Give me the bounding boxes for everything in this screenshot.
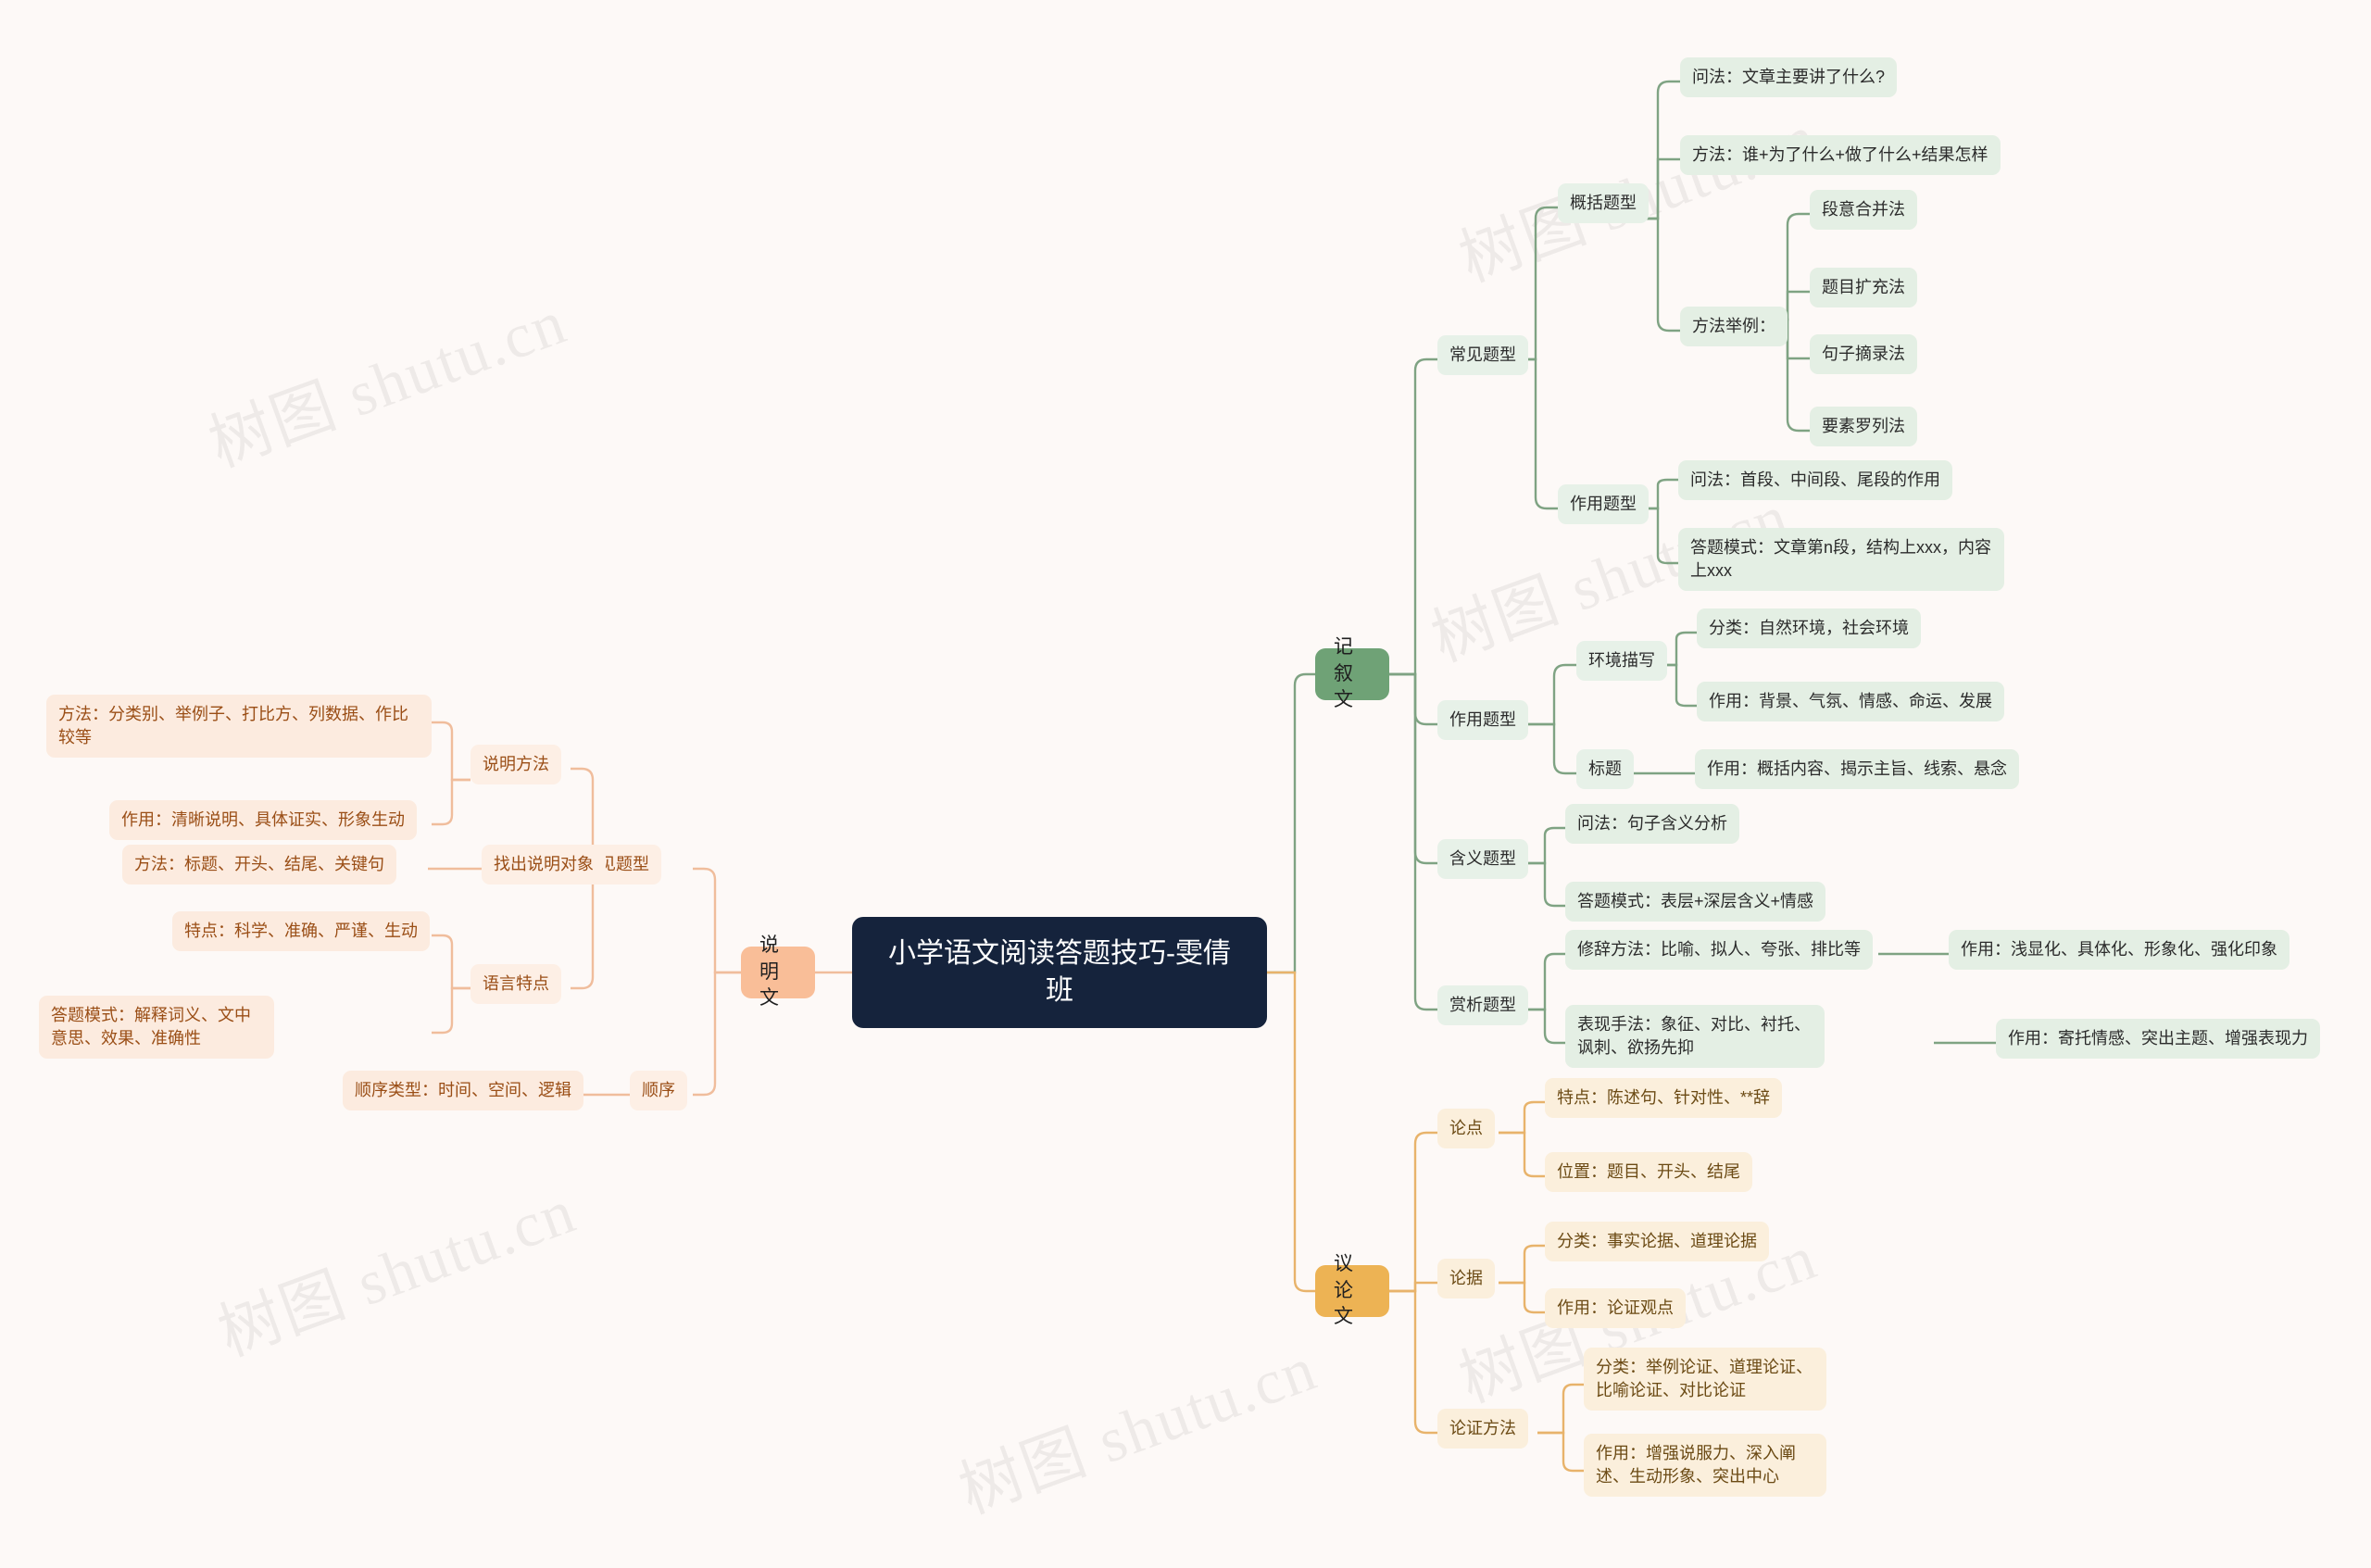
node-thesis-position[interactable]: 位置：题目、开头、结尾 <box>1545 1152 1752 1192</box>
node-evidence[interactable]: 论据 <box>1437 1259 1495 1298</box>
root-node[interactable]: 小学语文阅读答题技巧-雯倩班 <box>852 917 1267 1028</box>
node-argumentation-classification[interactable]: 分类：举例论证、道理论证、比喻论证、对比论证 <box>1584 1348 1826 1411</box>
mindmap-canvas: 树图 shutu.cn 树图 shutu.cn 树图 shutu.cn 树图 s… <box>0 0 2371 1568</box>
node-rhetorical-function[interactable]: 作用：浅显化、具体化、形象化、强化印象 <box>1949 930 2289 970</box>
node-evidence-function[interactable]: 作用：论证观点 <box>1545 1288 1686 1328</box>
branch-node-argumentative[interactable]: 议论文 <box>1315 1253 1389 1327</box>
branch-node-narrative[interactable]: 记叙文 <box>1315 636 1389 710</box>
node-language-features[interactable]: 语言特点 <box>470 964 561 1004</box>
node-meaning-question-type[interactable]: 含义题型 <box>1437 839 1528 879</box>
node-environment-description[interactable]: 环境描写 <box>1576 641 1667 681</box>
node-rhetorical-methods[interactable]: 修辞方法：比喻、拟人、夸张、排比等 <box>1565 930 1873 970</box>
node-argumentation-methods[interactable]: 论证方法 <box>1437 1409 1528 1449</box>
node-method-examples[interactable]: 方法举例： <box>1680 307 1788 346</box>
branch-node-expository[interactable]: 说明文 <box>741 935 815 1009</box>
node-explanation-methods[interactable]: 说明方法 <box>470 745 561 784</box>
node-expression-function[interactable]: 作用：寄托情感、突出主题、增强表现力 <box>1996 1019 2320 1059</box>
node-order[interactable]: 顺序 <box>630 1071 687 1110</box>
node-appreciation-question-type[interactable]: 赏析题型 <box>1437 985 1528 1025</box>
node-summary-asking[interactable]: 问法：文章主要讲了什么? <box>1680 57 1898 97</box>
node-explanation-method-function[interactable]: 作用：清晰说明、具体证实、形象生动 <box>109 800 417 840</box>
node-evidence-classification[interactable]: 分类：事实论据、道理论据 <box>1545 1222 1769 1261</box>
node-title-expansion-method[interactable]: 题目扩充法 <box>1810 268 1917 307</box>
node-expression-techniques[interactable]: 表现手法：象征、对比、衬托、讽刺、欲扬先抑 <box>1565 1005 1825 1068</box>
node-function-question-type[interactable]: 作用题型 <box>1437 700 1528 740</box>
node-summary-question-type[interactable]: 概括题型 <box>1558 183 1649 223</box>
node-environment-classification[interactable]: 分类：自然环境，社会环境 <box>1697 608 1921 648</box>
node-function-question-type-common[interactable]: 作用题型 <box>1558 484 1649 524</box>
node-meaning-answer-pattern[interactable]: 答题模式：表层+深层含义+情感 <box>1565 882 1826 922</box>
node-common-question-types[interactable]: 常见题型 <box>1437 335 1528 375</box>
node-element-listing-method[interactable]: 要素罗列法 <box>1810 407 1917 446</box>
node-find-subject-method[interactable]: 方法：标题、开头、结尾、关键句 <box>122 845 396 884</box>
node-title-topic[interactable]: 标题 <box>1576 749 1634 789</box>
node-language-feature-list[interactable]: 特点：科学、准确、严谨、生动 <box>172 911 430 951</box>
node-find-subject[interactable]: 找出说明对象 <box>482 845 606 884</box>
node-explanation-method-list[interactable]: 方法：分类别、举例子、打比方、列数据、作比较等 <box>46 695 432 758</box>
node-argumentation-function[interactable]: 作用：增强说服力、深入阐述、生动形象、突出中心 <box>1584 1434 1826 1497</box>
node-environment-function[interactable]: 作用：背景、气氛、情感、命运、发展 <box>1697 682 2004 721</box>
node-sentence-extraction-method[interactable]: 句子摘录法 <box>1810 334 1917 374</box>
node-summary-method[interactable]: 方法：谁+为了什么+做了什么+结果怎样 <box>1680 135 2001 175</box>
node-paragraph-merge-method[interactable]: 段意合并法 <box>1810 190 1917 230</box>
node-language-answer-pattern[interactable]: 答题模式：解释词义、文中意思、效果、准确性 <box>39 996 274 1059</box>
node-thesis[interactable]: 论点 <box>1437 1109 1495 1148</box>
node-meaning-asking[interactable]: 问法：句子含义分析 <box>1565 804 1739 844</box>
node-order-types[interactable]: 顺序类型：时间、空间、逻辑 <box>343 1071 583 1110</box>
node-title-function[interactable]: 作用：概括内容、揭示主旨、线索、悬念 <box>1695 749 2019 789</box>
node-thesis-features[interactable]: 特点：陈述句、针对性、**辞 <box>1545 1078 1783 1118</box>
node-function-answer-pattern[interactable]: 答题模式：文章第n段，结构上xxx，内容上xxx <box>1678 528 2004 591</box>
node-function-asking[interactable]: 问法：首段、中间段、尾段的作用 <box>1678 460 1952 500</box>
